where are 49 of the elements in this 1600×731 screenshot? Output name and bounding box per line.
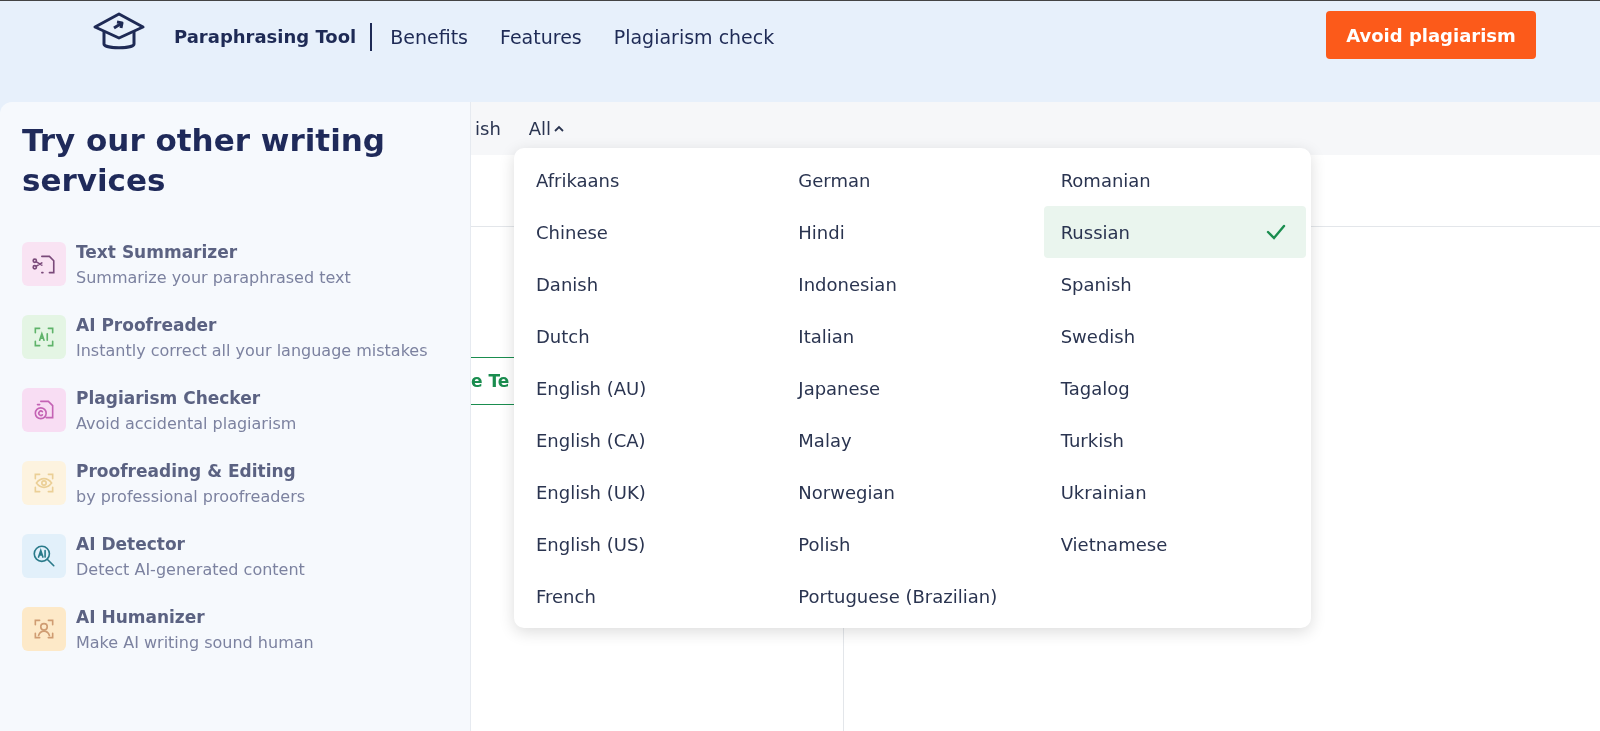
language-tab[interactable]: ish: [475, 118, 501, 139]
language-option[interactable]: Japanese: [781, 362, 1044, 414]
language-option[interactable]: Portuguese (Brazilian): [781, 570, 1044, 622]
service-title[interactable]: Proofreading & Editing: [76, 461, 306, 481]
service-title[interactable]: Text Summarizer: [76, 242, 351, 262]
service-title[interactable]: AI Proofreader: [76, 315, 428, 335]
language-option[interactable]: Afrikaans: [519, 154, 782, 206]
language-option[interactable]: Russian: [1043, 206, 1306, 258]
language-option[interactable]: Turkish: [1043, 414, 1306, 466]
language-option[interactable]: Tagalog: [1043, 362, 1306, 414]
brand-name[interactable]: Paraphrasing Tool: [174, 23, 373, 51]
nav-link[interactable]: Plagiarism check: [613, 23, 775, 51]
language-option[interactable]: Indonesian: [781, 258, 1044, 310]
service-description: Instantly correct all your language mistakes: [76, 341, 428, 360]
language-option[interactable]: English (US): [519, 518, 782, 570]
panel-title: Try our other writing services: [22, 121, 387, 200]
mode-button[interactable]: e Te: [471, 357, 514, 405]
language-option[interactable]: Romanian: [1043, 154, 1306, 206]
service-description: Avoid accidental plagiarism: [76, 414, 297, 433]
service-title[interactable]: AI Detector: [76, 534, 305, 554]
language-option[interactable]: Italian: [781, 310, 1044, 362]
caret-icon: [554, 124, 565, 133]
language-option[interactable]: French: [519, 570, 782, 622]
service-title[interactable]: AI Humanizer: [76, 607, 314, 627]
all-languages-button[interactable]: All: [528, 118, 565, 139]
language-option[interactable]: Swedish: [1043, 310, 1306, 362]
language-option[interactable]: German: [781, 154, 1044, 206]
language-option[interactable]: English (AU): [519, 362, 782, 414]
service-description: by professional proofreaders: [76, 487, 306, 506]
service-title[interactable]: Plagiarism Checker: [76, 388, 297, 408]
language-option[interactable]: Norwegian: [781, 466, 1044, 518]
language-option[interactable]: Polish: [781, 518, 1044, 570]
language-option[interactable]: Danish: [519, 258, 782, 310]
language-option[interactable]: Dutch: [519, 310, 782, 362]
service-description: Make AI writing sound human: [76, 633, 314, 652]
language-option[interactable]: Spanish: [1043, 258, 1306, 310]
language-option[interactable]: Malay: [781, 414, 1044, 466]
language-option[interactable]: Chinese: [519, 206, 782, 258]
language-option[interactable]: English (CA): [519, 414, 782, 466]
language-option[interactable]: Ukrainian: [1043, 466, 1306, 518]
language-option[interactable]: Hindi: [781, 206, 1044, 258]
service-description: Detect AI-generated content: [76, 560, 305, 579]
ai-magnifier-icon: [31, 543, 57, 569]
nav-link[interactable]: Features: [500, 23, 582, 51]
nav-link[interactable]: Benefits: [390, 23, 469, 51]
service-description: Summarize your paraphrased text: [76, 268, 351, 287]
language-option[interactable]: English (UK): [519, 466, 782, 518]
check-icon: [1266, 224, 1286, 240]
language-option[interactable]: Vietnamese: [1043, 518, 1306, 570]
